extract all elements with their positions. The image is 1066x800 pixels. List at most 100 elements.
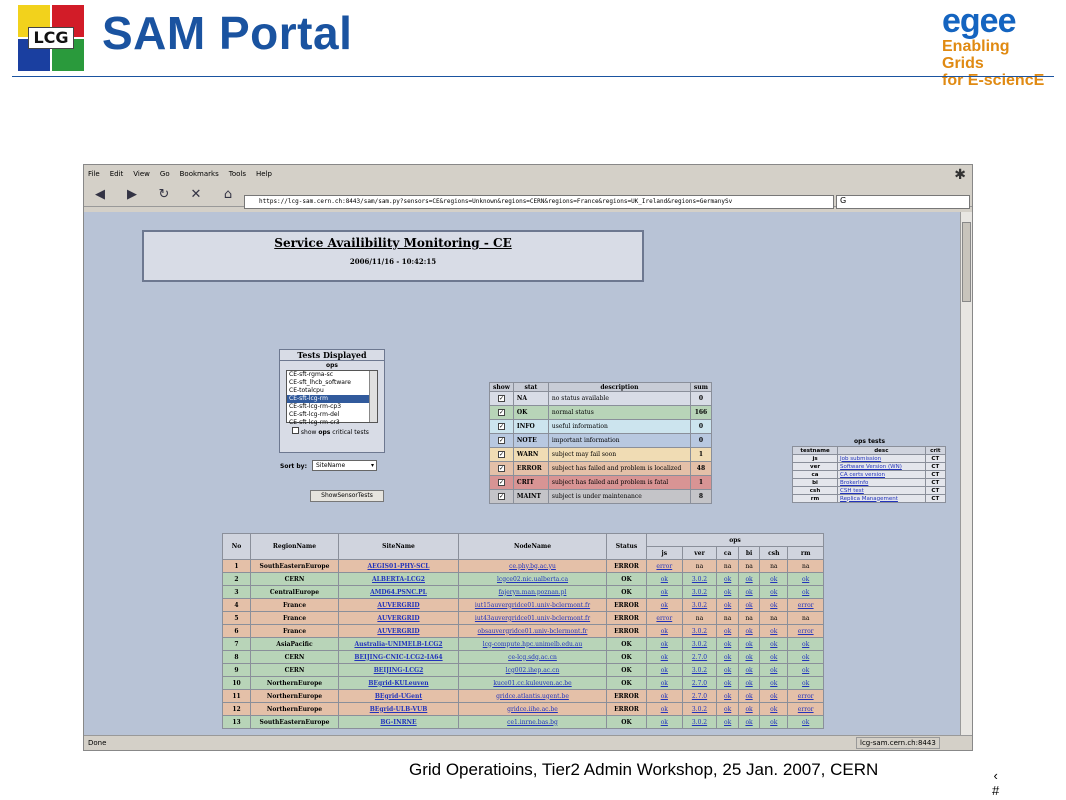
cell-test-js[interactable]: ok <box>646 598 683 612</box>
status-checkbox[interactable]: ✓ <box>497 423 505 430</box>
cell-test-js[interactable]: ok <box>646 702 683 716</box>
menu-item-help[interactable]: Help <box>256 170 272 178</box>
menu-item-file[interactable]: File <box>88 170 100 178</box>
cell-test-csh[interactable]: ok <box>759 715 789 729</box>
status-checkbox[interactable]: ✓ <box>497 409 505 416</box>
cell-site-link[interactable]: BEIJING-LCG2 <box>338 663 459 677</box>
cell-test-js[interactable]: ok <box>646 676 683 690</box>
cell-site-link[interactable]: BEgrid-UGent <box>338 689 459 703</box>
cell-test-bi[interactable]: ok <box>737 572 761 586</box>
cell-node-link[interactable]: gridce.atlantis.ugent.be <box>458 689 607 703</box>
status-show-cell[interactable]: ✓ <box>489 419 514 434</box>
cell-test-ver[interactable]: 2.7.0 <box>681 676 718 690</box>
cell-test-bi[interactable]: ok <box>737 715 761 729</box>
back-icon[interactable]: ◀ <box>88 185 112 205</box>
cell-test-ca[interactable]: ok <box>716 650 739 664</box>
cell-test-js[interactable]: error <box>646 559 683 573</box>
cell-test-ca[interactable]: ok <box>716 676 739 690</box>
cell-node-link[interactable]: fajeryn.man.poznan.pl <box>458 585 607 599</box>
cell-node-link[interactable]: iut43auvergridce01.univ-bclermont.fr <box>458 611 607 625</box>
cell-test-ca[interactable]: ok <box>716 702 739 716</box>
menu-item-view[interactable]: View <box>133 170 150 178</box>
cell-test-ca[interactable]: ok <box>716 598 739 612</box>
vertical-scrollbar[interactable] <box>960 212 972 737</box>
cell-test-bi[interactable]: ok <box>737 598 761 612</box>
status-show-cell[interactable]: ✓ <box>489 461 514 476</box>
menu-item-bookmarks[interactable]: Bookmarks <box>180 170 219 178</box>
cell-node-link[interactable]: lcgce02.nic.ualberta.ca <box>458 572 607 586</box>
cell-test-js[interactable]: ok <box>646 663 683 677</box>
cell-site-link[interactable]: AUVERGRID <box>338 624 459 638</box>
cell-test-js[interactable]: ok <box>646 585 683 599</box>
cell-test-bi[interactable]: ok <box>737 650 761 664</box>
cell-test-ca[interactable]: ok <box>716 637 739 651</box>
cell-site-link[interactable]: BEgrid-KULeuven <box>338 676 459 690</box>
cell-test-js[interactable]: ok <box>646 624 683 638</box>
cell-test-rm[interactable]: error <box>787 702 824 716</box>
cell-test-csh[interactable]: ok <box>759 702 789 716</box>
cell-test-ver[interactable]: 2.7.0 <box>681 650 718 664</box>
cell-test-bi[interactable]: ok <box>737 702 761 716</box>
cell-test-ver[interactable]: 2.7.0 <box>681 689 718 703</box>
ops-desc-link[interactable]: Replica Management <box>837 494 926 503</box>
status-checkbox[interactable]: ✓ <box>497 479 505 486</box>
cell-test-ca[interactable]: ok <box>716 663 739 677</box>
cell-test-bi[interactable]: ok <box>737 624 761 638</box>
cell-test-bi[interactable]: ok <box>737 637 761 651</box>
cell-test-csh[interactable]: ok <box>759 689 789 703</box>
cell-test-bi[interactable]: ok <box>737 676 761 690</box>
cell-test-rm[interactable]: error <box>787 598 824 612</box>
cell-test-ca[interactable]: ok <box>716 585 739 599</box>
ops-desc-link[interactable]: Job submission <box>837 454 926 463</box>
status-checkbox[interactable]: ✓ <box>497 493 505 500</box>
cell-test-js[interactable]: ok <box>646 637 683 651</box>
cell-test-rm[interactable]: ok <box>787 572 824 586</box>
cell-test-ver[interactable]: 3.0.2 <box>681 702 718 716</box>
cell-test-js[interactable]: ok <box>646 715 683 729</box>
cell-site-link[interactable]: BEIJING-CNIC-LCG2-IA64 <box>338 650 459 664</box>
cell-node-link[interactable]: iut15auvergridce01.univ-bclermont.fr <box>458 598 607 612</box>
cell-test-js[interactable]: ok <box>646 650 683 664</box>
status-checkbox[interactable]: ✓ <box>497 395 505 402</box>
sort-by-select[interactable]: SiteName <box>312 460 377 471</box>
cell-test-csh[interactable]: ok <box>759 585 789 599</box>
test-list-item[interactable]: CE-sft-lcg-rm-cr3 <box>287 419 377 427</box>
ops-desc-link[interactable]: CA certs version <box>837 470 926 479</box>
status-show-cell[interactable]: ✓ <box>489 433 514 448</box>
cell-test-bi[interactable]: ok <box>737 689 761 703</box>
reload-icon[interactable]: ↻ <box>152 185 176 205</box>
cell-test-ca[interactable]: ok <box>716 689 739 703</box>
cell-test-rm[interactable]: ok <box>787 715 824 729</box>
search-input[interactable]: G <box>836 195 970 209</box>
cell-test-csh[interactable]: ok <box>759 663 789 677</box>
cell-test-ver[interactable]: 3.0.2 <box>681 663 718 677</box>
show-sensor-tests-button[interactable]: ShowSensorTests <box>310 490 384 502</box>
cell-node-link[interactable]: lcg002.ihep.ac.cn <box>458 663 607 677</box>
listbox-scrollbar[interactable] <box>369 371 377 422</box>
cell-test-rm[interactable]: ok <box>787 637 824 651</box>
cell-test-csh[interactable]: ok <box>759 624 789 638</box>
cell-test-bi[interactable]: ok <box>737 585 761 599</box>
tests-listbox[interactable]: CE-sft-rgma-sc CE-sft_lhcb_software CE-tot… <box>286 370 378 426</box>
ops-desc-link[interactable]: BrokerInfo <box>837 478 926 487</box>
status-show-cell[interactable]: ✓ <box>489 391 514 406</box>
cell-test-js[interactable]: ok <box>646 689 683 703</box>
menu-item-edit[interactable]: Edit <box>110 170 124 178</box>
cell-test-csh[interactable]: ok <box>759 572 789 586</box>
test-list-item[interactable]: CE-sft-rgma-sc <box>287 371 377 379</box>
cell-test-ca[interactable]: ok <box>716 624 739 638</box>
cell-test-ver[interactable]: 3.0.2 <box>681 624 718 638</box>
cell-site-link[interactable]: AMD64.PSNC.PL <box>338 585 459 599</box>
status-show-cell[interactable]: ✓ <box>489 405 514 420</box>
cell-test-rm[interactable]: ok <box>787 676 824 690</box>
critical-tests-checkbox[interactable]: show ops critical tests <box>292 427 384 436</box>
cell-test-rm[interactable]: ok <box>787 585 824 599</box>
cell-node-link[interactable]: lcg-compute.hpc.unimelb.edu.au <box>458 637 607 651</box>
cell-test-ver[interactable]: 3.0.2 <box>681 715 718 729</box>
cell-test-rm[interactable]: ok <box>787 650 824 664</box>
ops-desc-link[interactable]: Software Version (WN) <box>837 462 926 471</box>
test-list-item[interactable]: CE-sft_lhcb_software <box>287 379 377 387</box>
cell-test-js[interactable]: error <box>646 611 683 625</box>
test-list-item[interactable]: CE-sft-lcg-rm <box>287 395 377 403</box>
scrollbar-thumb[interactable] <box>962 222 971 302</box>
